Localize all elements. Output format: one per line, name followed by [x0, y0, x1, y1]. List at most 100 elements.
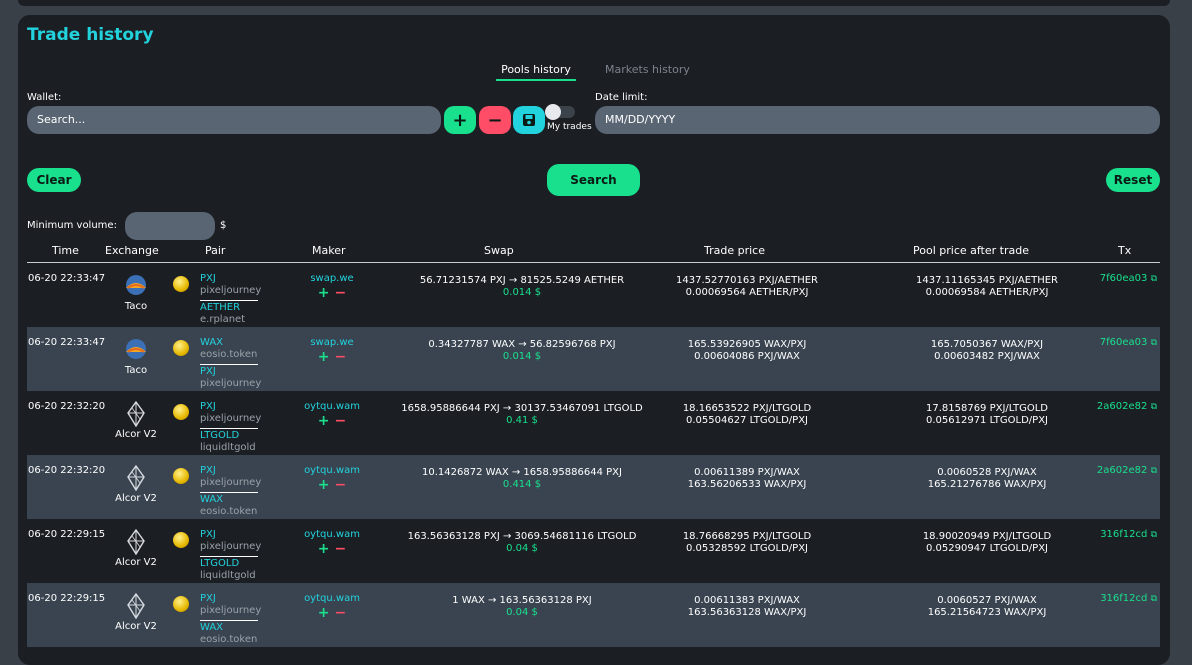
- add-maker-icon[interactable]: +: [318, 285, 330, 301]
- reset-button[interactable]: Reset: [1106, 168, 1160, 192]
- pool-price-cell: 165.7050367 WAX/PXJ 0.00603482 PXJ/WAX: [887, 339, 1087, 363]
- remove-maker-icon[interactable]: −: [335, 541, 347, 557]
- date-limit-input[interactable]: MM/DD/YYYY: [595, 106, 1160, 134]
- trade-price-line-1: 0.00611383 PXJ/WAX: [694, 595, 800, 606]
- add-wallet-button[interactable]: +: [444, 106, 476, 134]
- pair-token-1[interactable]: PXJ: [200, 401, 260, 413]
- external-link-icon[interactable]: ⧉: [1151, 402, 1157, 412]
- maker-account[interactable]: oytqu.wam: [292, 529, 372, 541]
- external-link-icon[interactable]: ⧉: [1151, 594, 1157, 604]
- remove-maker-icon[interactable]: −: [335, 349, 347, 365]
- remove-maker-icon[interactable]: −: [335, 413, 347, 429]
- maker-cell: oytqu.wam + −: [292, 593, 372, 620]
- search-button[interactable]: Search: [547, 164, 640, 196]
- pair-token-2[interactable]: PXJ: [200, 366, 260, 378]
- pair-contract-1: eosio.token: [200, 349, 258, 360]
- trade-time: 06-20 22:32:20: [28, 465, 106, 476]
- tx-hash[interactable]: 2a602e82: [1097, 401, 1147, 412]
- min-volume-unit: $: [220, 220, 227, 231]
- pair-token-1[interactable]: WAX: [200, 337, 260, 349]
- save-wallet-button[interactable]: [513, 106, 545, 134]
- trade-price-line-2: 0.05504627 LTGOLD/PXJ: [685, 415, 808, 426]
- tx-hash[interactable]: 7f60ea03: [1100, 337, 1148, 348]
- table-row: 06-20 22:32:20 Alcor V2 PXJ pixeljourney…: [27, 391, 1160, 455]
- wallet-search-input[interactable]: Search...: [27, 106, 441, 134]
- pair-cell: PXJ pixeljourney LTGOLD liquidltgold: [200, 401, 261, 454]
- tx-hash[interactable]: 316f12cd: [1100, 529, 1147, 540]
- tx-link[interactable]: 2a602e82 ⧉: [1087, 465, 1157, 477]
- tx-hash[interactable]: 316f12cd: [1100, 593, 1147, 604]
- tab-pools-history[interactable]: Pools history: [496, 63, 576, 81]
- remove-wallet-button[interactable]: −: [479, 106, 511, 134]
- external-link-icon[interactable]: ⧉: [1151, 338, 1157, 348]
- my-trades-toggle[interactable]: [545, 104, 575, 120]
- swap-usd-value: 0.04 $: [506, 543, 538, 554]
- pair-token-1[interactable]: PXJ: [200, 593, 260, 605]
- maker-account[interactable]: oytqu.wam: [292, 465, 372, 477]
- pair-contract-2: liquidltgold: [200, 442, 256, 453]
- pool-price-line-1: 17.8158769 PXJ/LTGOLD: [925, 403, 1048, 414]
- min-volume-label: Minimum volume:: [27, 220, 117, 231]
- pair-token-1[interactable]: PXJ: [200, 273, 260, 285]
- add-maker-icon[interactable]: +: [318, 541, 330, 557]
- add-maker-icon[interactable]: +: [318, 605, 330, 621]
- col-header-pool-price: Pool price after trade: [913, 244, 1029, 257]
- tx-link[interactable]: 316f12cd ⧉: [1087, 529, 1157, 541]
- add-maker-icon[interactable]: +: [318, 477, 330, 493]
- maker-account[interactable]: swap.we: [292, 273, 372, 285]
- pair-cell: PXJ pixeljourney WAX eosio.token: [200, 465, 261, 518]
- maker-account[interactable]: oytqu.wam: [292, 401, 372, 413]
- swap-amounts: 163.56363128 PXJ → 3069.54681116 LTGOLD: [407, 531, 637, 542]
- external-link-icon[interactable]: ⧉: [1151, 530, 1157, 540]
- toggle-knob: [545, 104, 561, 120]
- tab-markets-history[interactable]: Markets history: [605, 63, 690, 76]
- maker-account[interactable]: swap.we: [292, 337, 372, 349]
- remove-maker-icon[interactable]: −: [335, 477, 347, 493]
- pair-cell: PXJ pixeljourney LTGOLD liquidltgold: [200, 529, 261, 582]
- trade-price-line-1: 18.76668295 PXJ/LTGOLD: [682, 531, 812, 542]
- pair-cell: WAX eosio.token PXJ pixeljourney: [200, 337, 261, 390]
- add-maker-icon[interactable]: +: [318, 413, 330, 429]
- pair-token-2[interactable]: WAX: [200, 622, 260, 634]
- pair-token-1[interactable]: PXJ: [200, 465, 260, 477]
- tx-link[interactable]: 7f60ea03 ⧉: [1087, 273, 1157, 285]
- maker-account[interactable]: oytqu.wam: [292, 593, 372, 605]
- exchange-cell: Alcor V2: [106, 464, 166, 505]
- tx-link[interactable]: 7f60ea03 ⧉: [1087, 337, 1157, 349]
- pool-price-cell: 0.0060528 PXJ/WAX 165.21276786 WAX/PXJ: [887, 467, 1087, 491]
- remove-maker-icon[interactable]: −: [335, 285, 347, 301]
- min-volume-input[interactable]: [125, 212, 215, 240]
- maker-cell: swap.we + −: [292, 273, 372, 300]
- exchange-cell: Taco: [106, 273, 166, 313]
- add-maker-icon[interactable]: +: [318, 349, 330, 365]
- swap-cell: 0.34327787 WAX → 56.82596768 PXJ 0.014 $: [372, 339, 672, 363]
- pair-contract-2: liquidltgold: [200, 570, 256, 581]
- pair-token-2[interactable]: AETHER: [200, 302, 260, 314]
- alcor-icon: [123, 464, 149, 492]
- pool-price-line-2: 0.05290947 LTGOLD/PXJ: [925, 543, 1048, 554]
- external-link-icon[interactable]: ⧉: [1151, 274, 1157, 284]
- pair-token-2[interactable]: LTGOLD: [200, 558, 260, 570]
- tx-hash[interactable]: 2a602e82: [1097, 465, 1147, 476]
- alcor-icon: [123, 528, 149, 556]
- external-link-icon[interactable]: ⧉: [1151, 466, 1157, 476]
- coin-icon: [173, 340, 189, 356]
- exchange-cell: Alcor V2: [106, 400, 166, 441]
- pair-contract-2: eosio.token: [200, 634, 258, 645]
- coin-icon: [173, 596, 189, 612]
- coin-icon: [173, 468, 189, 484]
- coin-icon: [173, 532, 189, 548]
- tx-link[interactable]: 2a602e82 ⧉: [1087, 401, 1157, 413]
- swap-amounts: 1658.95886644 PXJ → 30137.53467091 LTGOL…: [401, 403, 643, 414]
- tx-link[interactable]: 316f12cd ⧉: [1087, 593, 1157, 605]
- pair-token-1[interactable]: PXJ: [200, 529, 260, 541]
- remove-maker-icon[interactable]: −: [335, 605, 347, 621]
- tx-hash[interactable]: 7f60ea03: [1100, 273, 1148, 284]
- clear-button[interactable]: Clear: [27, 168, 81, 192]
- my-trades-label: My trades: [547, 122, 592, 132]
- pool-price-line-1: 0.0060527 PXJ/WAX: [937, 595, 1037, 606]
- swap-amounts: 1 WAX → 163.56363128 PXJ: [452, 595, 592, 606]
- pair-token-2[interactable]: LTGOLD: [200, 430, 260, 442]
- pair-token-2[interactable]: WAX: [200, 494, 260, 506]
- alcor-icon: [123, 400, 149, 428]
